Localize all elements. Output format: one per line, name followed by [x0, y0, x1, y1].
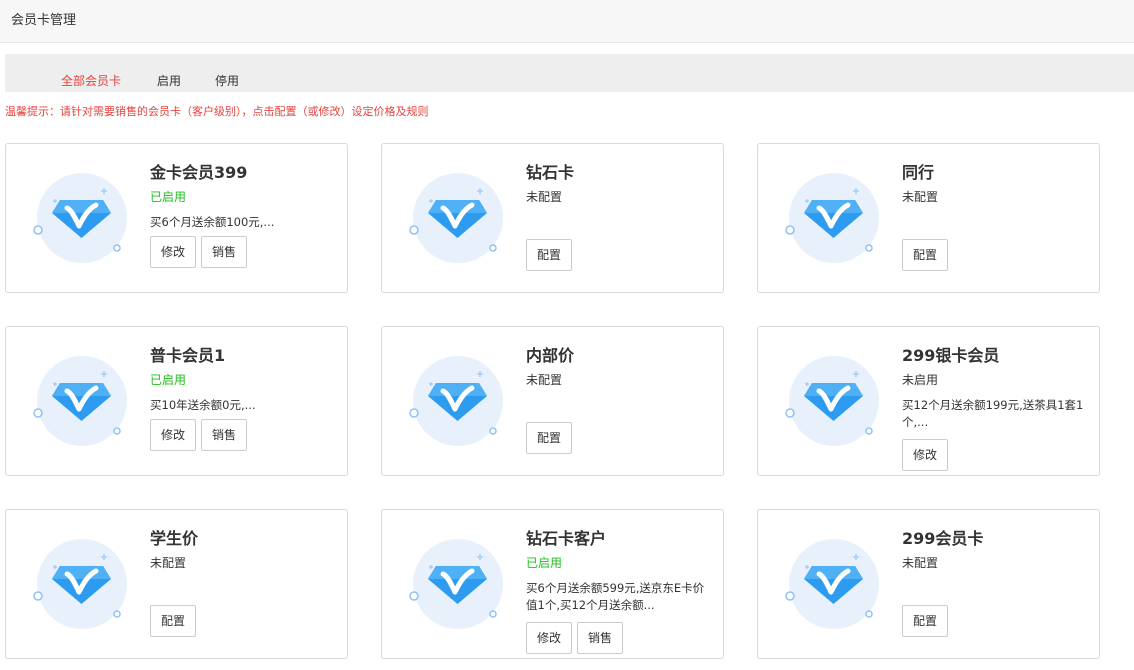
tab-enabled[interactable]: 启用 — [157, 73, 181, 89]
member-card: 学生价 未配置 配置 — [5, 509, 348, 659]
blue-diamond-v-icon — [408, 351, 504, 453]
blue-diamond-v-icon — [784, 351, 880, 453]
card-status: 已启用 — [150, 190, 187, 204]
blue-diamond-v-icon — [408, 168, 504, 270]
member-card: 同行 未配置 配置 — [757, 143, 1100, 293]
card-actions: 配置 — [150, 605, 197, 637]
sell-button[interactable]: 销售 — [201, 236, 248, 268]
card-actions: 修改 — [902, 439, 949, 471]
card-name: 普卡会员1 — [150, 346, 226, 365]
member-card: 金卡会员399 已启用买6个月送余额100元,... 修改 销售 — [5, 143, 348, 293]
tab-all-cards[interactable]: 全部会员卡 — [61, 73, 121, 89]
tab-bar: 全部会员卡 启用 停用 — [5, 54, 1134, 92]
card-actions: 修改 销售 — [150, 236, 248, 268]
card-actions: 配置 — [526, 422, 573, 454]
blue-diamond-v-icon — [784, 534, 880, 636]
card-status: 未配置 — [526, 373, 563, 387]
configure-button[interactable]: 配置 — [526, 422, 573, 454]
blue-diamond-v-icon — [32, 534, 128, 636]
page-title: 会员卡管理 — [11, 13, 77, 28]
member-card: 钻石卡 未配置 配置 — [381, 143, 724, 293]
card-actions: 修改 销售 — [150, 419, 248, 451]
card-actions: 配置 — [526, 239, 573, 271]
page-header: 会员卡管理 — [0, 0, 1134, 43]
member-card: 钻石卡客户 已启用买6个月送余额599元,送京东E卡价值1个,买12个月送余额.… — [381, 509, 724, 659]
edit-button[interactable]: 修改 — [150, 419, 197, 451]
card-actions: 配置 — [902, 239, 949, 271]
blue-diamond-v-icon — [32, 351, 128, 453]
edit-button[interactable]: 修改 — [526, 622, 573, 654]
card-status: 已启用 — [150, 373, 187, 387]
blue-diamond-v-icon — [32, 168, 128, 270]
card-rule: 买6个月送余额599元,送京东E卡价值1个,买12个月送余额... — [526, 581, 705, 612]
card-rule: 买6个月送余额100元,... — [150, 215, 275, 229]
edit-button[interactable]: 修改 — [902, 439, 949, 471]
card-name: 钻石卡 — [526, 163, 575, 182]
card-name: 钻石卡客户 — [526, 529, 607, 548]
card-name: 学生价 — [150, 529, 199, 548]
member-card: 内部价 未配置 配置 — [381, 326, 724, 476]
sell-button[interactable]: 销售 — [201, 419, 248, 451]
blue-diamond-v-icon — [784, 168, 880, 270]
card-name: 299会员卡 — [902, 529, 984, 548]
configure-button[interactable]: 配置 — [902, 239, 949, 271]
tip-text: 温馨提示：请针对需要销售的会员卡（客户级别），点击配置（或修改）设定价格及规则 — [5, 105, 429, 118]
card-status: 未启用 — [902, 373, 939, 387]
card-name: 内部价 — [526, 346, 575, 365]
card-status: 已启用 — [526, 556, 563, 570]
configure-button[interactable]: 配置 — [526, 239, 573, 271]
member-card: 299会员卡 未配置配置 — [757, 509, 1100, 659]
edit-button[interactable]: 修改 — [150, 236, 197, 268]
card-rule: 买10年送余额0元,... — [150, 398, 256, 412]
card-status: 未配置 — [902, 190, 939, 204]
card-name: 299银卡会员 — [902, 346, 1000, 365]
card-rule: 买12个月送余额199元,送茶具1套1个,... — [902, 398, 1084, 429]
card-actions: 配置 — [902, 605, 949, 637]
configure-button[interactable]: 配置 — [902, 605, 949, 637]
tab-disabled[interactable]: 停用 — [215, 73, 239, 89]
member-card: 普卡会员1 已启用买10年送余额0元,... 修改 销售 — [5, 326, 348, 476]
card-actions: 修改 销售 — [526, 622, 624, 654]
blue-diamond-v-icon — [408, 534, 504, 636]
configure-button[interactable]: 配置 — [150, 605, 197, 637]
card-name: 同行 — [902, 163, 935, 182]
sell-button[interactable]: 销售 — [577, 622, 624, 654]
card-status: 未配置 — [526, 190, 563, 204]
card-status: 未配置 — [902, 556, 939, 570]
member-card: 299银卡会员 未启用买12个月送余额199元,送茶具1套1个,... 修改 — [757, 326, 1100, 476]
card-status: 未配置 — [150, 556, 187, 570]
card-name: 金卡会员399 — [150, 163, 248, 182]
